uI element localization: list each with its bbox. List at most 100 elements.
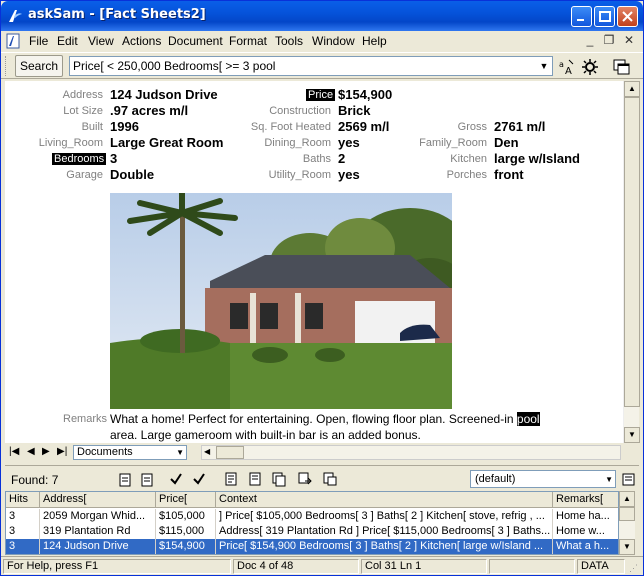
status-bar: For Help, press F1 Doc 4 of 48 Col 31 Ln… <box>1 556 643 575</box>
house-photo <box>110 193 452 409</box>
menu-format[interactable]: Format <box>229 34 267 48</box>
print-report-icon[interactable] <box>247 471 263 487</box>
dining-room-value: yes <box>338 135 360 150</box>
status-help: For Help, press F1 <box>3 559 231 574</box>
living-room-value: Large Great Room <box>110 135 224 150</box>
search-button[interactable]: Search <box>15 55 63 77</box>
view-properties-icon[interactable] <box>621 471 637 487</box>
query-input[interactable]: Price[ < 250,000 Bedrooms[ >= 3 pool ▼ <box>69 56 553 76</box>
record-navigation: |◀ ◀ ▶ ▶| Documents ▼ ◀ <box>5 444 639 461</box>
column-hits[interactable]: Hits <box>6 492 40 508</box>
maximize-button[interactable] <box>594 6 615 27</box>
check-icon[interactable] <box>168 471 184 487</box>
row-address: 319 Plantation Rd <box>40 524 156 539</box>
sort-ascending-icon[interactable] <box>117 471 133 487</box>
mdi-minimize-icon[interactable]: _ <box>583 34 597 48</box>
chevron-down-icon[interactable]: ▼ <box>176 446 184 459</box>
sq-foot-label: Sq. Foot Heated <box>250 121 331 133</box>
gross-value: 2761 m/l <box>494 119 546 134</box>
settings-gear-icon[interactable] <box>581 58 599 76</box>
row-price: $105,000 <box>156 509 216 524</box>
scroll-down-icon[interactable]: ▼ <box>619 539 635 555</box>
menu-edit[interactable]: Edit <box>57 34 78 48</box>
scroll-left-icon[interactable]: ◀ <box>204 447 210 456</box>
resize-grip-icon[interactable]: ⋰ <box>629 563 638 574</box>
address-label: Address <box>62 89 103 101</box>
porches-label: Porches <box>446 169 487 181</box>
menu-actions[interactable]: Actions <box>122 34 161 48</box>
column-context[interactable]: Context <box>216 492 553 508</box>
export-results-icon[interactable] <box>297 471 313 487</box>
row-context: Price[ $154,900 Bedrooms[ 3 ] Baths[ 2 ]… <box>216 539 553 554</box>
minimize-button[interactable] <box>571 6 592 27</box>
remarks-text-part-2: area. Large gameroom with built-in bar i… <box>110 428 421 442</box>
document-icon[interactable] <box>5 33 23 49</box>
menu-document[interactable]: Document <box>168 34 223 48</box>
results-table[interactable]: Hits Address[ Price[ Context Remarks[ 3 … <box>5 491 619 555</box>
sort-descending-icon[interactable] <box>139 471 155 487</box>
chevron-down-icon[interactable]: ▼ <box>605 472 613 488</box>
svg-text:A: A <box>565 66 572 76</box>
menu-file[interactable]: File <box>29 34 48 48</box>
close-button[interactable] <box>617 6 638 27</box>
mdi-restore-icon[interactable]: ❐ <box>602 34 616 48</box>
mdi-close-icon[interactable]: ✕ <box>622 34 636 48</box>
spell-check-icon[interactable]: a A <box>558 58 576 76</box>
bedrooms-label: Bedrooms <box>52 153 107 165</box>
results-toolbar: Found: 7 (default) ▼ <box>5 465 639 491</box>
window-layout-icon[interactable] <box>612 58 630 76</box>
copy-results-icon[interactable] <box>271 471 287 487</box>
gross-label: Gross <box>457 121 487 133</box>
document-vertical-scrollbar[interactable]: ▲ ▼ <box>623 81 640 443</box>
scroll-up-icon[interactable]: ▲ <box>624 81 640 97</box>
menu-help[interactable]: Help <box>362 34 387 48</box>
baths-label: Baths <box>302 153 331 165</box>
results-vertical-scrollbar[interactable]: ▲ ▼ <box>619 491 635 555</box>
family-room-label: Family_Room <box>419 137 487 149</box>
last-record-icon[interactable]: ▶| <box>57 446 67 457</box>
lot-size-label: Lot Size <box>63 105 103 117</box>
column-price[interactable]: Price[ <box>156 492 216 508</box>
menu-window[interactable]: Window <box>312 34 355 48</box>
merge-results-icon[interactable] <box>322 471 338 487</box>
scroll-thumb[interactable] <box>624 97 640 407</box>
minimize-icon <box>577 19 584 21</box>
menu-view[interactable]: View <box>88 34 114 48</box>
toolbar-grip[interactable] <box>5 56 8 76</box>
scroll-thumb[interactable] <box>619 507 635 521</box>
document-view[interactable]: Address 124 Judson Drive Price $154,900 … <box>5 81 623 443</box>
check-all-icon[interactable] <box>191 471 207 487</box>
status-empty <box>489 559 575 574</box>
lot-size-value: .97 acres m/l <box>110 103 189 118</box>
menu-bar: File Edit View Actions Document Format T… <box>1 31 643 51</box>
search-toolbar: Search Price[ < 250,000 Bedrooms[ >= 3 p… <box>1 52 643 79</box>
report-icon[interactable] <box>223 471 239 487</box>
column-remarks[interactable]: Remarks[ <box>553 492 618 508</box>
utility-room-label: Utility_Room <box>268 169 331 181</box>
scroll-up-icon[interactable]: ▲ <box>619 491 635 507</box>
address-value: 124 Judson Drive <box>110 87 218 102</box>
document-type-select[interactable]: Documents ▼ <box>73 445 187 460</box>
row-hits: 3 <box>6 524 40 539</box>
column-address[interactable]: Address[ <box>40 492 156 508</box>
built-label: Built <box>81 121 103 133</box>
first-record-icon[interactable]: |◀ <box>9 446 19 457</box>
next-record-icon[interactable]: ▶ <box>42 446 50 457</box>
horizontal-scrollbar[interactable]: ◀ <box>201 445 621 460</box>
view-select[interactable]: (default) ▼ <box>470 470 616 488</box>
table-row[interactable]: 3 2059 Morgan Whid... $105,000 ] Price[ … <box>6 509 618 524</box>
chevron-down-icon[interactable]: ▼ <box>537 58 551 74</box>
bedrooms-value: 3 <box>110 151 118 166</box>
table-row-selected[interactable]: 3 124 Judson Drive $154,900 Price[ $154,… <box>6 539 618 554</box>
remarks-text-part-1: What a home! Perfect for entertaining. O… <box>110 412 517 426</box>
row-context: ] Price[ $105,000 Bedrooms[ 3 ] Baths[ 2… <box>216 509 553 524</box>
title-bar[interactable]: askSam - [Fact Sheets2] <box>1 1 643 31</box>
menu-tools[interactable]: Tools <box>275 34 303 48</box>
previous-record-icon[interactable]: ◀ <box>27 446 35 457</box>
hscroll-thumb[interactable] <box>216 446 244 459</box>
table-row[interactable]: 3 319 Plantation Rd $115,000 Address[ 31… <box>6 524 618 539</box>
svg-text:a: a <box>559 60 564 69</box>
scroll-down-icon[interactable]: ▼ <box>624 427 640 443</box>
construction-value: Brick <box>338 103 371 118</box>
row-hits: 3 <box>6 539 40 554</box>
